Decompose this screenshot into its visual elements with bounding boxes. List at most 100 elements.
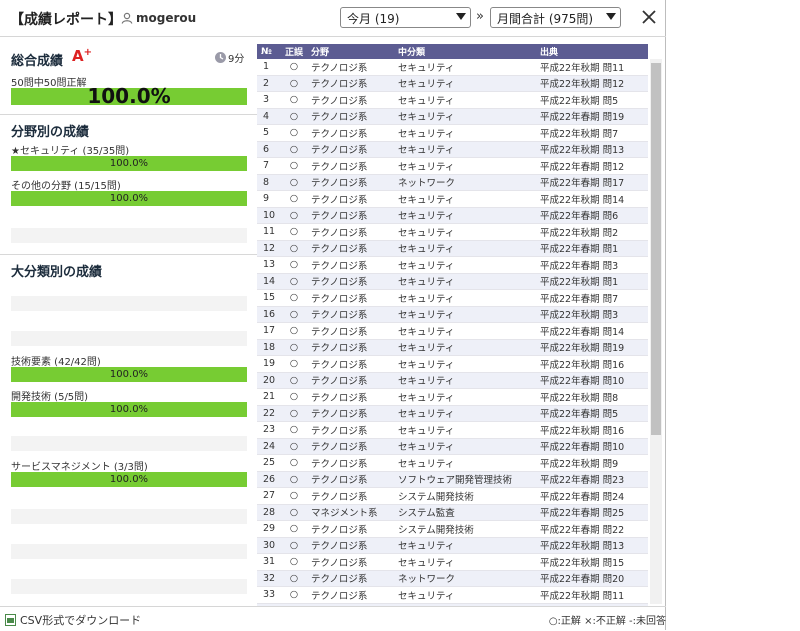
cell-category: セキュリティ [394, 421, 536, 439]
month-select[interactable]: 今月 (19) [340, 7, 471, 28]
cell-no: 2 [257, 75, 281, 92]
cell-field: テクノロジ系 [307, 537, 394, 554]
cell-category: セキュリティ [394, 405, 536, 422]
cell-source: 平成22年春期 問1 [536, 240, 648, 257]
table-row[interactable]: 3 ○ テクノロジ系 セキュリティ 平成22年秋期 問5 [257, 91, 648, 109]
table-row[interactable]: 22 ○ テクノロジ系 セキュリティ 平成22年春期 問5 [257, 405, 648, 422]
csv-download-link[interactable]: CSV形式でダウンロード [5, 612, 141, 628]
cell-result: ○ [281, 487, 307, 505]
table-row[interactable]: 32 ○ テクノロジ系 ネットワーク 平成22年春期 問20 [257, 570, 648, 587]
table-row[interactable]: 18 ○ テクノロジ系 セキュリティ 平成22年秋期 問19 [257, 339, 648, 356]
cell-category: セキュリティ [394, 91, 536, 109]
table-row[interactable]: 19 ○ テクノロジ系 セキュリティ 平成22年秋期 問16 [257, 355, 648, 373]
cell-category: セキュリティ [394, 372, 536, 389]
table-row[interactable]: 25 ○ テクノロジ系 セキュリティ 平成22年秋期 問9 [257, 454, 648, 472]
cell-category: セキュリティ [394, 339, 536, 356]
table-row[interactable]: 8 ○ テクノロジ系 ネットワーク 平成22年春期 問17 [257, 174, 648, 191]
table-row[interactable]: 13 ○ テクノロジ系 セキュリティ 平成22年春期 問3 [257, 256, 648, 274]
cell-source: 平成22年春期 問17 [536, 174, 648, 191]
table-row[interactable]: 24 ○ テクノロジ系 セキュリティ 平成22年春期 問10 [257, 438, 648, 455]
cell-result: ○ [281, 240, 307, 257]
cell-no: 31 [257, 553, 281, 571]
cell-result: ○ [281, 388, 307, 406]
table-row[interactable]: 28 ○ マネジメント系 システム監査 平成22年春期 問25 [257, 504, 648, 521]
table-row[interactable]: 29 ○ テクノロジ系 システム開発技術 平成22年春期 問22 [257, 520, 648, 538]
cell-source: 平成22年秋期 問3 [536, 306, 648, 323]
table-row[interactable]: 23 ○ テクノロジ系 セキュリティ 平成22年秋期 問16 [257, 421, 648, 439]
table-row[interactable]: 33 ○ テクノロジ系 セキュリティ 平成22年秋期 問11 [257, 586, 648, 604]
clock-icon [215, 52, 226, 63]
cell-source: 平成22年春期 問3 [536, 256, 648, 274]
table-row[interactable]: 14 ○ テクノロジ系 セキュリティ 平成22年秋期 問1 [257, 273, 648, 290]
table-row[interactable]: 27 ○ テクノロジ系 システム開発技術 平成22年春期 問24 [257, 487, 648, 505]
cell-result: ○ [281, 355, 307, 373]
cell-field: テクノロジ系 [307, 91, 394, 109]
cell-result: ○ [281, 438, 307, 455]
month-select-value: 今月 (19) [347, 12, 400, 26]
close-icon[interactable] [640, 8, 658, 26]
cell-category: セキュリティ [394, 273, 536, 290]
cell-no: 30 [257, 537, 281, 554]
cell-result: ○ [281, 339, 307, 356]
field-bar-text: 100.0% [109, 158, 149, 169]
cell-result: ○ [281, 75, 307, 92]
table-row[interactable]: 10 ○ テクノロジ系 セキュリティ 平成22年春期 問6 [257, 207, 648, 224]
dialog-header: 【成績レポート】 mogerou 今月 (19) » 月間合計 (975問) [0, 0, 666, 37]
cell-source: 平成22年秋期 問14 [536, 190, 648, 208]
table-row[interactable]: 5 ○ テクノロジ系 セキュリティ 平成22年秋期 問7 [257, 124, 648, 142]
empty-row [11, 579, 247, 594]
cell-result: ○ [281, 273, 307, 290]
cell-category: セキュリティ [394, 355, 536, 373]
cell-no: 11 [257, 223, 281, 241]
category-label: 開発技術 (5/5問) [11, 392, 89, 403]
table-row[interactable]: 4 ○ テクノロジ系 セキュリティ 平成22年春期 問19 [257, 108, 648, 125]
cell-source: 平成22年春期 問24 [536, 487, 648, 505]
field-label: ★セキュリティ (35/35問) [11, 146, 130, 157]
cell-source: 平成22年春期 問10 [536, 438, 648, 455]
table-row[interactable]: 12 ○ テクノロジ系 セキュリティ 平成22年春期 問1 [257, 240, 648, 257]
empty-row [11, 509, 247, 524]
table-row[interactable]: 21 ○ テクノロジ系 セキュリティ 平成22年秋期 問8 [257, 388, 648, 406]
table-row[interactable]: 30 ○ テクノロジ系 セキュリティ 平成22年秋期 問13 [257, 537, 648, 554]
table-row[interactable]: 17 ○ テクノロジ系 セキュリティ 平成22年春期 問14 [257, 322, 648, 340]
cell-field: テクノロジ系 [307, 570, 394, 587]
cell-category: ネットワーク [394, 570, 536, 587]
table-row[interactable]: 11 ○ テクノロジ系 セキュリティ 平成22年秋期 問2 [257, 223, 648, 241]
results-table-wrap: № 正誤 分野 中分類 出典 1 ○ テクノロジ系 セキュリティ 平成22年秋期 問11… [257, 44, 648, 607]
table-row[interactable]: 7 ○ テクノロジ系 セキュリティ 平成22年春期 問12 [257, 157, 648, 175]
cell-field: テクノロジ系 [307, 372, 394, 389]
table-row[interactable]: 16 ○ テクノロジ系 セキュリティ 平成22年秋期 問3 [257, 306, 648, 323]
cell-category: セキュリティ [394, 240, 536, 257]
scrollbar-thumb[interactable] [651, 63, 661, 435]
cell-category: セキュリティ [394, 256, 536, 274]
table-header-row: № 正誤 分野 中分類 出典 [257, 44, 648, 59]
cell-source: 平成22年秋期 問11 [536, 59, 648, 76]
cell-source: 平成22年秋期 問7 [536, 124, 648, 142]
table-row[interactable]: 15 ○ テクノロジ系 セキュリティ 平成22年春期 問7 [257, 289, 648, 307]
col-result: 正誤 [281, 44, 307, 59]
cell-field: テクノロジ系 [307, 174, 394, 191]
table-row[interactable]: 31 ○ テクノロジ系 セキュリティ 平成22年秋期 問15 [257, 553, 648, 571]
cell-no: 20 [257, 372, 281, 389]
cell-no: 8 [257, 174, 281, 191]
table-row[interactable]: 20 ○ テクノロジ系 セキュリティ 平成22年春期 問10 [257, 372, 648, 389]
table-row[interactable]: 26 ○ テクノロジ系 ソフトウェア開発管理技術 平成22年春期 問23 [257, 471, 648, 488]
cell-source: 平成22年秋期 問16 [536, 421, 648, 439]
empty-row [11, 228, 247, 243]
cell-field: テクノロジ系 [307, 240, 394, 257]
table-row[interactable]: 9 ○ テクノロジ系 セキュリティ 平成22年秋期 問14 [257, 190, 648, 208]
time-value: 9分 [228, 54, 245, 65]
cell-source: 平成22年秋期 問2 [536, 223, 648, 241]
cell-field: テクノロジ系 [307, 190, 394, 208]
table-row[interactable]: 1 ○ テクノロジ系 セキュリティ 平成22年秋期 問11 [257, 59, 648, 76]
cell-source: 平成22年春期 問10 [536, 372, 648, 389]
cell-field: テクノロジ系 [307, 405, 394, 422]
dialog-footer: CSV形式でダウンロード ○:正解 ×:不正解 -:未回答 [0, 606, 666, 631]
cell-source: 平成22年春期 問7 [536, 289, 648, 307]
cell-no: 14 [257, 273, 281, 290]
table-row[interactable]: 2 ○ テクノロジ系 セキュリティ 平成22年秋期 問12 [257, 75, 648, 92]
total-select[interactable]: 月間合計 (975問) [490, 7, 621, 28]
user-icon [121, 12, 133, 24]
cell-source: 平成22年春期 問12 [536, 157, 648, 175]
table-row[interactable]: 6 ○ テクノロジ系 セキュリティ 平成22年秋期 問13 [257, 141, 648, 158]
